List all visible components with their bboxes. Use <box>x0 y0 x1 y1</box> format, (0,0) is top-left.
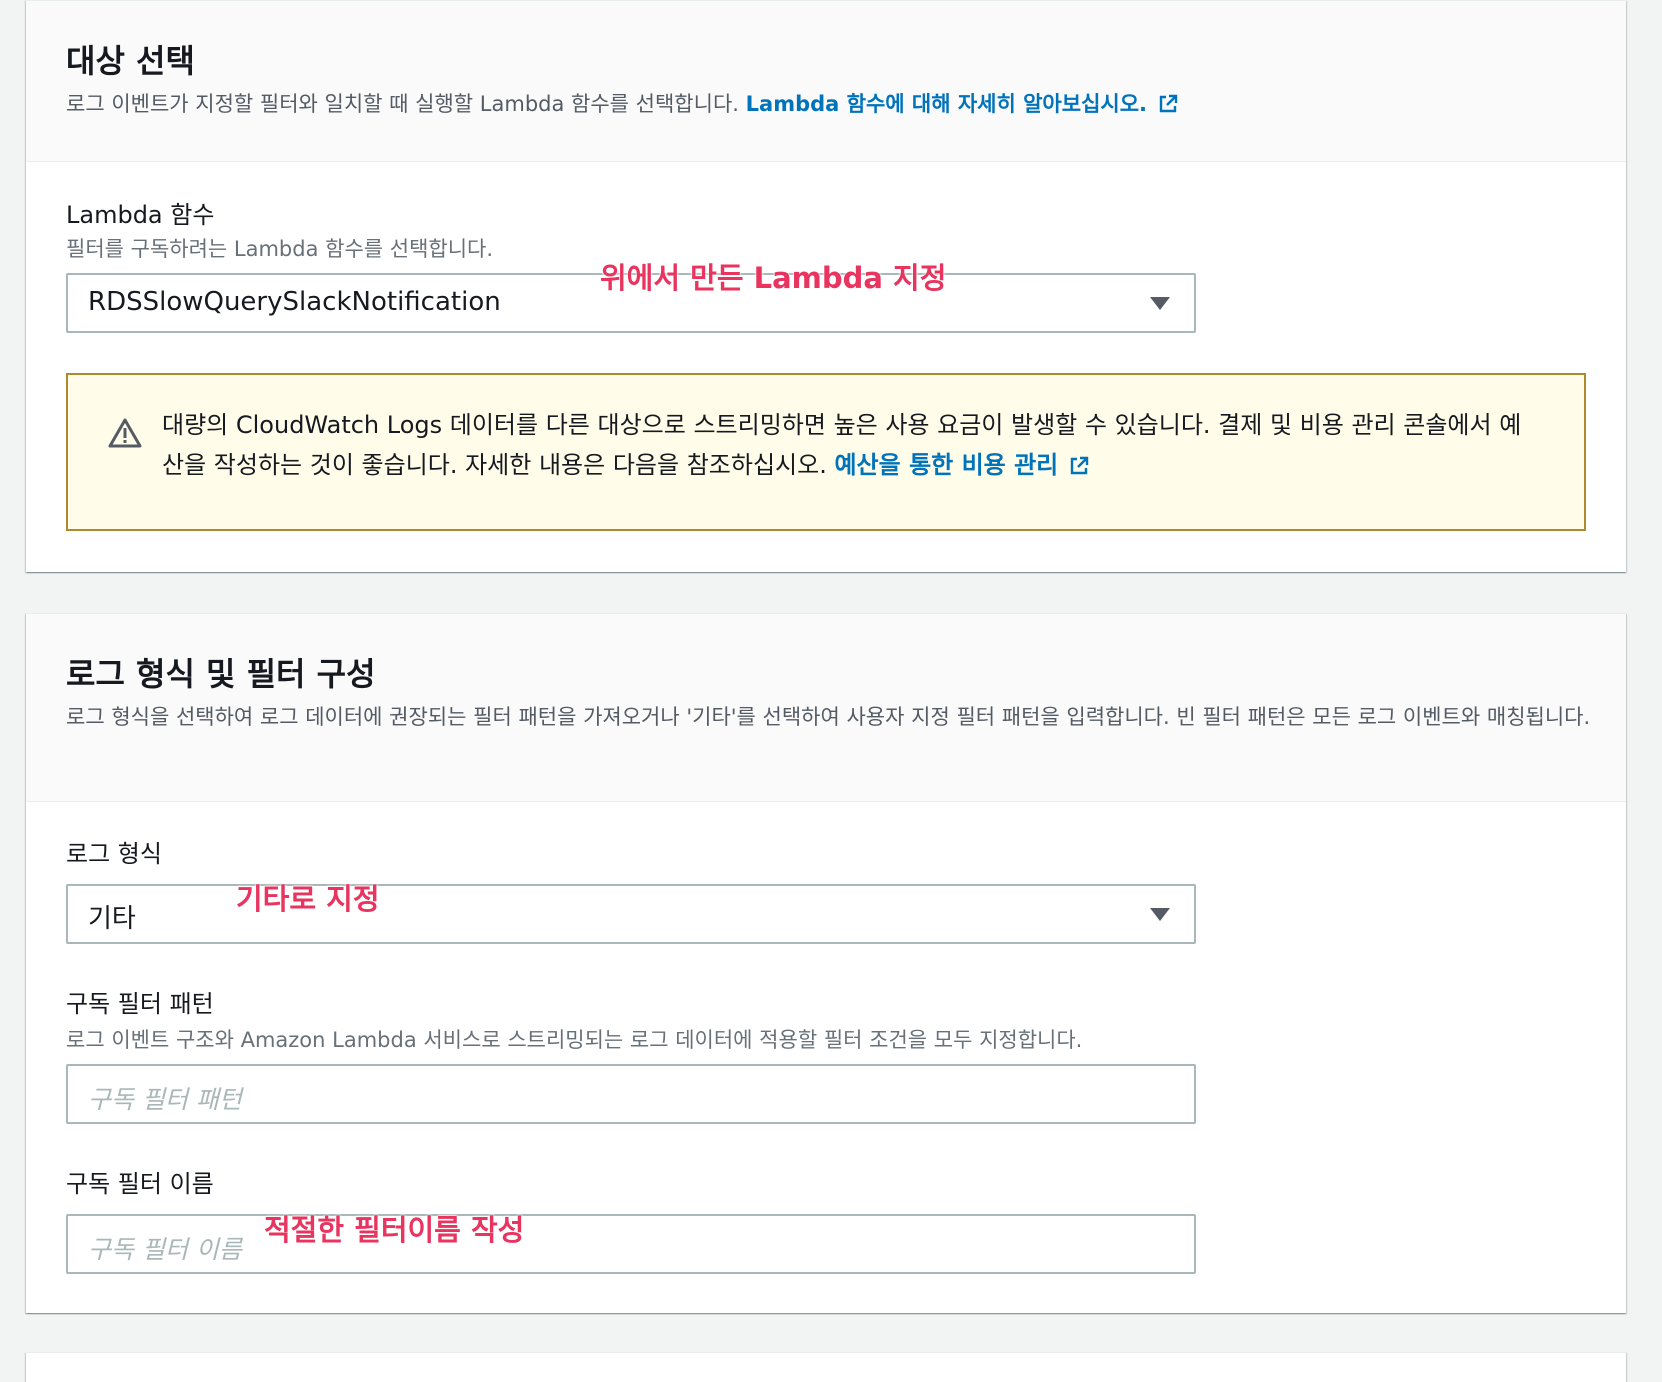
log-format-filter-panel: 로그 형식 및 필터 구성 로그 형식을 선택하여 로그 데이터에 권장되는 필… <box>26 613 1626 1313</box>
log-format-label: 로그 형식 <box>66 840 162 868</box>
target-panel-description: 로그 이벤트가 지정할 필터와 일치할 때 실행할 Lambda 함수를 선택합… <box>66 89 1586 120</box>
lambda-function-description: 필터를 구독하려는 Lambda 함수를 선택합니다. <box>66 237 494 261</box>
lambda-learn-more-link[interactable]: Lambda 함수에 대해 자세히 알아보십시오. <box>746 92 1179 116</box>
filter-name-label: 구독 필터 이름 <box>66 1170 214 1198</box>
annotation-filter-name: 적절한 필터이름 작성 <box>264 1213 525 1247</box>
filter-panel-header: 로그 형식 및 필터 구성 로그 형식을 선택하여 로그 데이터에 권장되는 필… <box>26 614 1626 802</box>
log-format-selected-value: 기타 <box>88 904 136 934</box>
next-panel <box>26 1352 1626 1382</box>
warning-icon <box>108 418 142 448</box>
filter-panel-description: 로그 형식을 선택하여 로그 데이터에 권장되는 필터 패턴을 가져오거나 '기… <box>66 705 1591 729</box>
lambda-learn-more-text: Lambda 함수에 대해 자세히 알아보십시오. <box>745 92 1148 116</box>
target-panel-header: 대상 선택 로그 이벤트가 지정할 필터와 일치할 때 실행할 Lambda 함… <box>26 1 1626 162</box>
budget-cost-link[interactable]: 예산을 통한 비용 관리 <box>834 451 1090 479</box>
filter-name-placeholder: 구독 필터 이름 <box>88 1235 242 1264</box>
cost-warning-alert: 대량의 CloudWatch Logs 데이터를 다른 대상으로 스트리밍하면 … <box>66 373 1586 531</box>
lambda-function-label: Lambda 함수 <box>66 201 215 229</box>
external-link-icon <box>1159 94 1178 113</box>
external-link-icon <box>1071 456 1089 475</box>
target-panel-title: 대상 선택 <box>66 42 195 80</box>
filter-pattern-description: 로그 이벤트 구조와 Amazon Lambda 서비스로 스트리밍되는 로그 … <box>66 1028 1083 1052</box>
annotation-lambda: 위에서 만든 Lambda 지정 <box>600 261 947 295</box>
filter-pattern-placeholder: 구독 필터 패턴 <box>88 1085 242 1114</box>
target-selection-panel: 대상 선택 로그 이벤트가 지정할 필터와 일치할 때 실행할 Lambda 함… <box>26 0 1626 572</box>
filter-panel-title: 로그 형식 및 필터 구성 <box>66 655 376 693</box>
warning-text-block: 대량의 CloudWatch Logs 데이터를 다른 대상으로 스트리밍하면 … <box>162 405 1532 485</box>
filter-pattern-label: 구독 필터 패턴 <box>66 990 214 1018</box>
filter-pattern-input[interactable]: 구독 필터 패턴 <box>66 1064 1196 1124</box>
caret-down-icon <box>1150 908 1170 921</box>
budget-cost-link-text: 예산을 통한 비용 관리 <box>834 451 1059 479</box>
target-description-text: 로그 이벤트가 지정할 필터와 일치할 때 실행할 Lambda 함수를 선택합… <box>66 92 739 116</box>
caret-down-icon <box>1150 297 1170 310</box>
annotation-log-format: 기타로 지정 <box>236 882 380 916</box>
filter-name-input[interactable]: 구독 필터 이름 <box>66 1214 1196 1274</box>
lambda-function-selected-value: RDSSlowQuerySlackNotification <box>88 287 501 317</box>
